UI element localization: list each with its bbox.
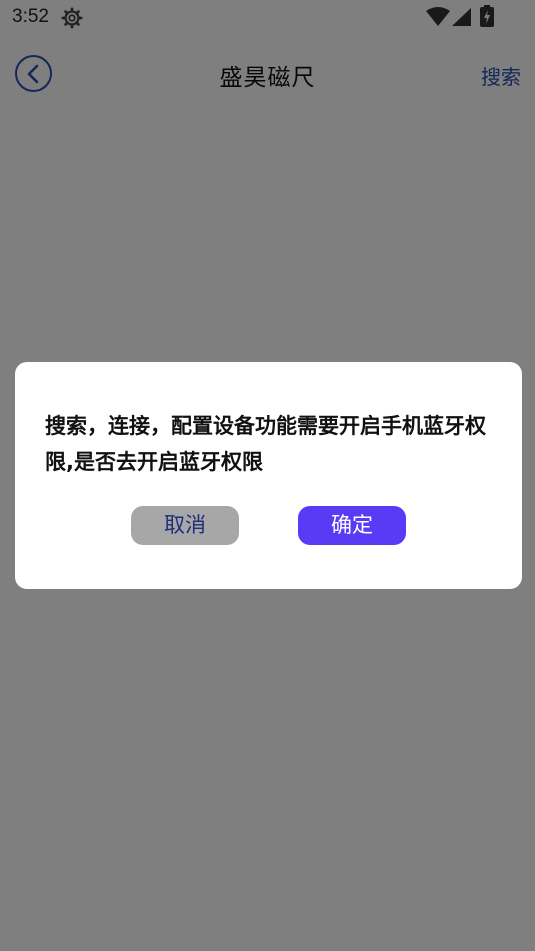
app-screen: 3:52 盛昊磁尺 xyxy=(0,0,535,951)
cancel-button[interactable]: 取消 xyxy=(131,506,239,545)
dialog-message: 搜索，连接，配置设备功能需要开启手机蓝牙权限,是否去开启蓝牙权限 xyxy=(45,414,486,474)
confirm-button[interactable]: 确定 xyxy=(298,506,406,545)
permission-dialog: 搜索，连接，配置设备功能需要开启手机蓝牙权限,是否去开启蓝牙权限 取消 确定 xyxy=(15,362,522,589)
